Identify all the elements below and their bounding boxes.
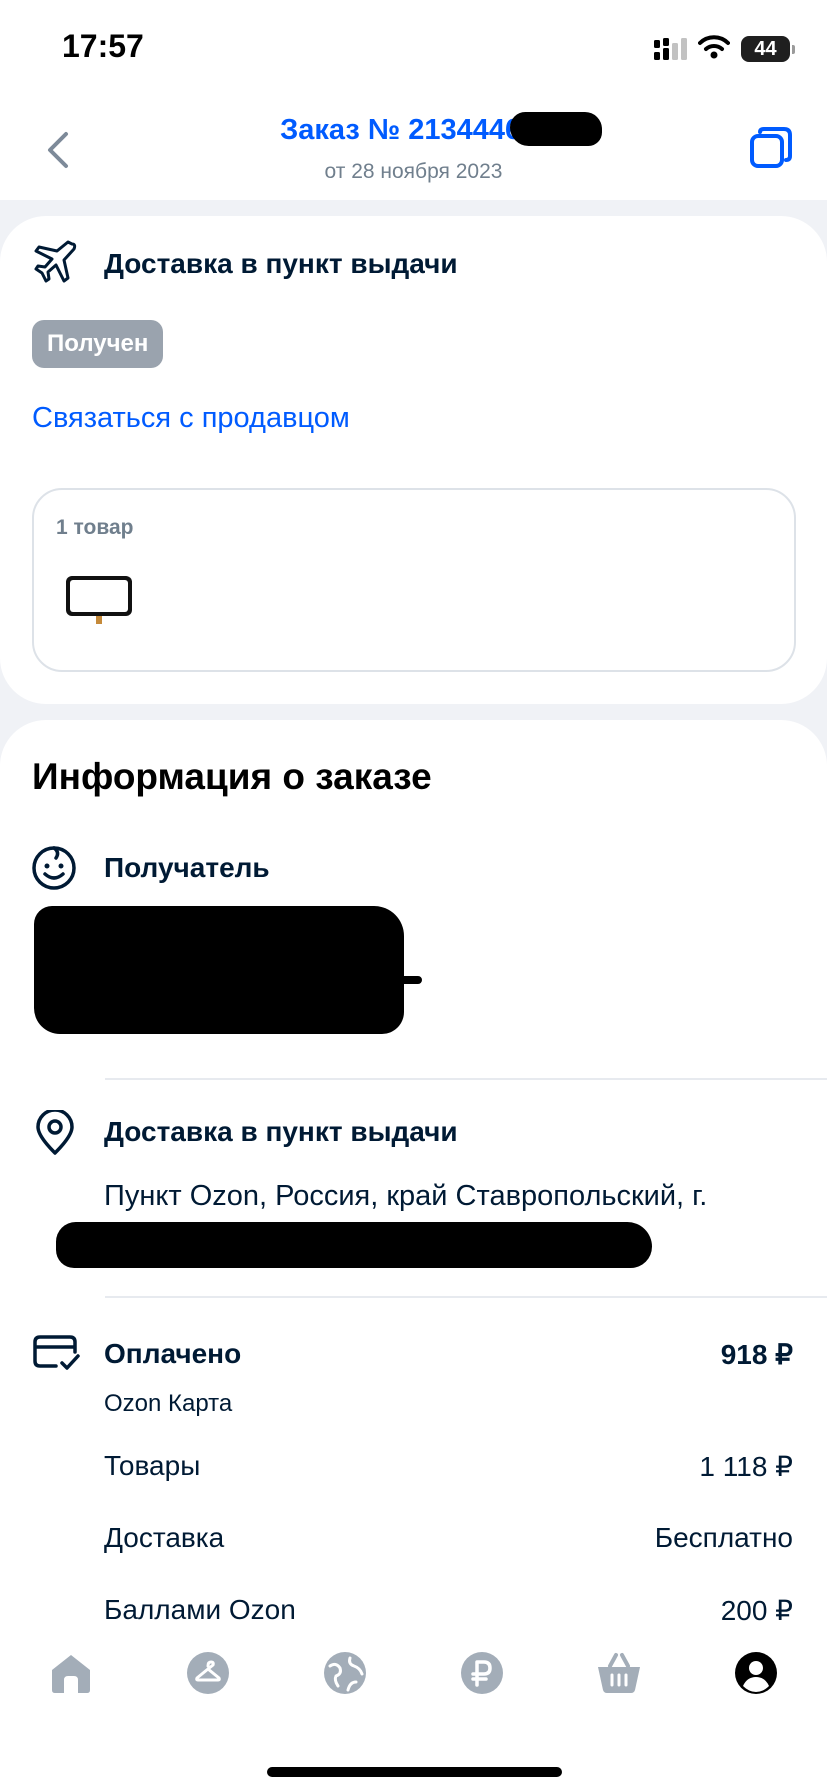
recipient-label: Получатель: [104, 852, 270, 883]
order-status-card: Доставка в пункт выдачи Получен Связатьс…: [0, 216, 827, 704]
payment-amount: 918 ₽: [720, 1339, 793, 1370]
profile-icon[interactable]: [733, 1650, 779, 1696]
redaction-mark: [380, 976, 422, 984]
wifi-icon: [698, 35, 730, 59]
payment-method: Ozon Карта: [104, 1390, 233, 1417]
items-count: 1 товар: [56, 516, 134, 539]
airplane-icon: [34, 240, 77, 283]
breakdown-label: Товары: [104, 1450, 201, 1481]
home-indicator[interactable]: [267, 1767, 562, 1777]
home-icon[interactable]: [48, 1650, 94, 1696]
credit-card-check-icon: [33, 1335, 80, 1370]
status-badge: Получен: [32, 320, 164, 368]
status-bar: 17:57 44: [0, 0, 827, 100]
cellular-signal-icon: [654, 38, 687, 60]
order-date: от 28 ноября 2023: [324, 160, 503, 183]
redaction-mark: [510, 112, 602, 146]
map-pin-icon: [36, 1110, 74, 1155]
contact-seller-link[interactable]: Связаться с продавцом: [32, 402, 350, 435]
delivery-label: Доставка в пункт выдачи: [104, 1116, 458, 1147]
basket-icon[interactable]: [596, 1650, 642, 1696]
product-thumbnail[interactable]: [64, 572, 136, 626]
delivery-address: Пункт Ozon, Россия, край Ставропольский,…: [104, 1180, 708, 1212]
ruble-icon[interactable]: [459, 1650, 505, 1696]
breakdown-label: Баллами Ozon: [104, 1594, 296, 1625]
order-items-box[interactable]: 1 товар: [32, 488, 796, 672]
hanger-icon[interactable]: [185, 1650, 231, 1696]
redacted-address: [56, 1222, 652, 1268]
breakdown-value: 200 ₽: [720, 1595, 793, 1626]
redacted-recipient: [34, 906, 404, 1034]
breakdown-label: Доставка: [104, 1522, 225, 1553]
order-title: Заказ № 21344468-: [280, 114, 547, 146]
breakdown-value: 1 118 ₽: [699, 1451, 793, 1482]
smiley-face-icon: [32, 846, 76, 890]
payment-label: Оплачено: [104, 1338, 242, 1369]
delivery-type-heading: Доставка в пункт выдачи: [104, 248, 458, 279]
status-time: 17:57: [62, 28, 144, 64]
order-header: Заказ № 21344468- от 28 ноября 2023: [0, 100, 827, 200]
breakdown-value: Бесплатно: [654, 1522, 793, 1553]
section-title: Информация о заказе: [32, 756, 432, 797]
divider: [105, 1296, 827, 1298]
battery-icon: 44: [741, 36, 795, 62]
globe-icon[interactable]: [322, 1650, 368, 1696]
copy-icon[interactable]: [748, 126, 794, 172]
divider: [105, 1078, 827, 1080]
